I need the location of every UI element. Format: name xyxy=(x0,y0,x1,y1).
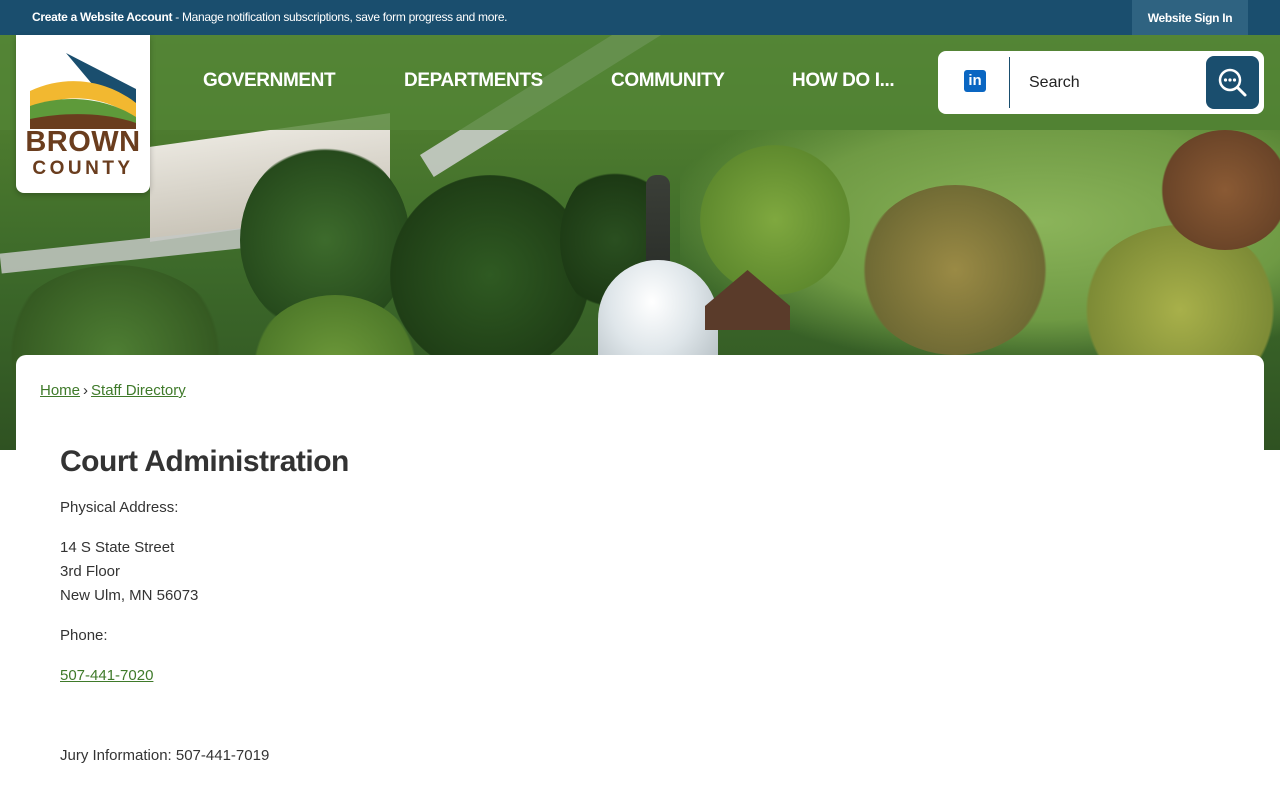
create-account-description: - Manage notification subscriptions, sav… xyxy=(172,10,508,24)
search-panel: in xyxy=(938,51,1264,114)
breadcrumb-home-link[interactable]: Home xyxy=(40,382,80,399)
nav-item-how-do-i[interactable]: HOW DO I... xyxy=(792,70,895,92)
phone-label: Phone: xyxy=(60,627,108,644)
search-button[interactable] xyxy=(1206,56,1259,109)
hero-tree xyxy=(700,145,850,295)
address-label: Physical Address: xyxy=(60,499,179,516)
search-divider xyxy=(1009,57,1010,108)
content-card: Home › Staff Directory Court Administratio… xyxy=(16,355,1264,800)
search-input[interactable] xyxy=(1018,65,1198,100)
website-sign-in-button[interactable]: Website Sign In xyxy=(1132,0,1248,35)
logo-emblem-icon xyxy=(30,53,136,129)
hero-statue xyxy=(646,175,670,270)
linkedin-icon[interactable]: in xyxy=(964,70,986,92)
create-account-label[interactable]: Create a Website Account xyxy=(32,10,172,24)
jury-information: Jury Information: 507-441-7019 xyxy=(60,747,270,764)
search-icon xyxy=(1218,68,1247,97)
top-utility-bar: Create a Website Account - Manage notifi… xyxy=(0,0,1280,35)
phone-link[interactable]: 507-441-7020 xyxy=(60,667,153,684)
nav-item-community[interactable]: COMMUNITY xyxy=(611,70,725,92)
breadcrumb: Home › Staff Directory xyxy=(40,382,186,399)
address-line-city: New Ulm, MN 56073 xyxy=(60,587,199,604)
page-title: Court Administration xyxy=(60,445,349,478)
create-account-link[interactable]: Create a Website Account - Manage notifi… xyxy=(32,10,508,24)
address-line-street: 14 S State Street xyxy=(60,539,175,556)
hero-tree xyxy=(1160,130,1280,250)
nav-item-departments[interactable]: DEPARTMENTS xyxy=(404,70,543,92)
hero-tree xyxy=(390,175,590,375)
breadcrumb-staff-directory-link[interactable]: Staff Directory xyxy=(91,382,186,399)
address-line-floor: 3rd Floor xyxy=(60,563,121,580)
breadcrumb-separator: › xyxy=(83,382,89,399)
logo-text-county: COUNTY xyxy=(32,158,134,179)
brown-county-logo[interactable]: BROWN COUNTY xyxy=(16,35,150,193)
nav-item-government[interactable]: GOVERNMENT xyxy=(203,70,336,92)
logo-text-brown: BROWN xyxy=(25,126,141,158)
hero-tree xyxy=(860,185,1050,355)
